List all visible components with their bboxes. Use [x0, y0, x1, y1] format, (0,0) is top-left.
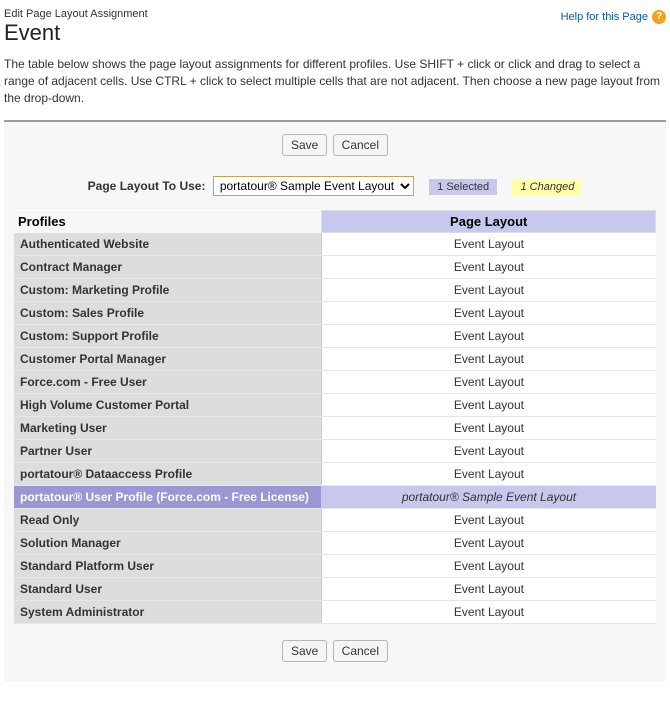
table-row[interactable]: Standard UserEvent Layout — [14, 578, 656, 601]
changed-count-badge: 1 Changed — [512, 179, 582, 195]
profile-cell[interactable]: Marketing User — [14, 417, 322, 440]
profile-cell[interactable]: Read Only — [14, 509, 322, 532]
button-row-top: Save Cancel — [14, 134, 656, 156]
profile-cell[interactable]: High Volume Customer Portal — [14, 394, 322, 417]
profile-cell[interactable]: Standard Platform User — [14, 555, 322, 578]
layout-cell[interactable]: Event Layout — [322, 417, 656, 440]
layout-cell[interactable]: Event Layout — [322, 555, 656, 578]
table-row[interactable]: Contract ManagerEvent Layout — [14, 256, 656, 279]
table-row[interactable]: Force.com - Free UserEvent Layout — [14, 371, 656, 394]
table-row[interactable]: Read OnlyEvent Layout — [14, 509, 656, 532]
help-link[interactable]: Help for this Page ? — [561, 10, 666, 24]
layout-cell[interactable]: Event Layout — [322, 463, 656, 486]
col-header-profiles: Profiles — [14, 211, 322, 233]
profile-cell[interactable]: portatour® User Profile (Force.com - Fre… — [14, 486, 322, 509]
layout-cell[interactable]: Event Layout — [322, 532, 656, 555]
layout-cell[interactable]: Event Layout — [322, 279, 656, 302]
layout-cell[interactable]: Event Layout — [322, 578, 656, 601]
profile-cell[interactable]: Solution Manager — [14, 532, 322, 555]
table-row[interactable]: Marketing UserEvent Layout — [14, 417, 656, 440]
table-row[interactable]: Custom: Marketing ProfileEvent Layout — [14, 279, 656, 302]
table-row[interactable]: System AdministratorEvent Layout — [14, 601, 656, 624]
table-row[interactable]: portatour® User Profile (Force.com - Fre… — [14, 486, 656, 509]
layout-cell[interactable]: Event Layout — [322, 371, 656, 394]
table-row[interactable]: High Volume Customer PortalEvent Layout — [14, 394, 656, 417]
profile-cell[interactable]: Customer Portal Manager — [14, 348, 322, 371]
assignment-table: Profiles Page Layout Authenticated Websi… — [14, 210, 656, 624]
page-subtitle: Edit Page Layout Assignment — [4, 8, 148, 20]
layout-select-label: Page Layout To Use: — [88, 179, 206, 193]
profile-cell[interactable]: Partner User — [14, 440, 322, 463]
table-row[interactable]: portatour® Dataaccess ProfileEvent Layou… — [14, 463, 656, 486]
layout-cell[interactable]: portatour® Sample Event Layout — [322, 486, 656, 509]
layout-cell[interactable]: Event Layout — [322, 509, 656, 532]
save-button-bottom[interactable]: Save — [282, 640, 327, 662]
profile-cell[interactable]: portatour® Dataaccess Profile — [14, 463, 322, 486]
layout-cell[interactable]: Event Layout — [322, 256, 656, 279]
layout-cell[interactable]: Event Layout — [322, 601, 656, 624]
profile-cell[interactable]: Custom: Marketing Profile — [14, 279, 322, 302]
profile-cell[interactable]: Standard User — [14, 578, 322, 601]
table-row[interactable]: Authenticated WebsiteEvent Layout — [14, 233, 656, 256]
layout-select[interactable]: portatour® Sample Event Layout — [213, 176, 414, 196]
profile-cell[interactable]: Authenticated Website — [14, 233, 322, 256]
profile-cell[interactable]: Custom: Support Profile — [14, 325, 322, 348]
table-row[interactable]: Standard Platform UserEvent Layout — [14, 555, 656, 578]
save-button[interactable]: Save — [282, 134, 327, 156]
cancel-button[interactable]: Cancel — [333, 134, 388, 156]
layout-cell[interactable]: Event Layout — [322, 233, 656, 256]
table-row[interactable]: Partner UserEvent Layout — [14, 440, 656, 463]
help-link-text: Help for this Page — [561, 11, 648, 23]
col-header-layout: Page Layout — [322, 211, 656, 233]
profile-cell[interactable]: System Administrator — [14, 601, 322, 624]
layout-cell[interactable]: Event Layout — [322, 348, 656, 371]
profile-cell[interactable]: Custom: Sales Profile — [14, 302, 322, 325]
layout-cell[interactable]: Event Layout — [322, 440, 656, 463]
button-row-bottom: Save Cancel — [14, 640, 656, 662]
table-row[interactable]: Custom: Support ProfileEvent Layout — [14, 325, 656, 348]
table-row[interactable]: Solution ManagerEvent Layout — [14, 532, 656, 555]
layout-cell[interactable]: Event Layout — [322, 302, 656, 325]
page-title: Event — [4, 20, 148, 46]
layout-cell[interactable]: Event Layout — [322, 325, 656, 348]
layout-controls: Page Layout To Use: portatour® Sample Ev… — [14, 176, 656, 196]
selected-count-badge: 1 Selected — [429, 179, 497, 195]
cancel-button-bottom[interactable]: Cancel — [333, 640, 388, 662]
table-row[interactable]: Customer Portal ManagerEvent Layout — [14, 348, 656, 371]
profile-cell[interactable]: Force.com - Free User — [14, 371, 322, 394]
layout-cell[interactable]: Event Layout — [322, 394, 656, 417]
help-icon: ? — [652, 10, 666, 24]
assignment-panel: Save Cancel Page Layout To Use: portatou… — [4, 120, 666, 682]
table-row[interactable]: Custom: Sales ProfileEvent Layout — [14, 302, 656, 325]
profile-cell[interactable]: Contract Manager — [14, 256, 322, 279]
intro-text: The table below shows the page layout as… — [4, 56, 666, 106]
